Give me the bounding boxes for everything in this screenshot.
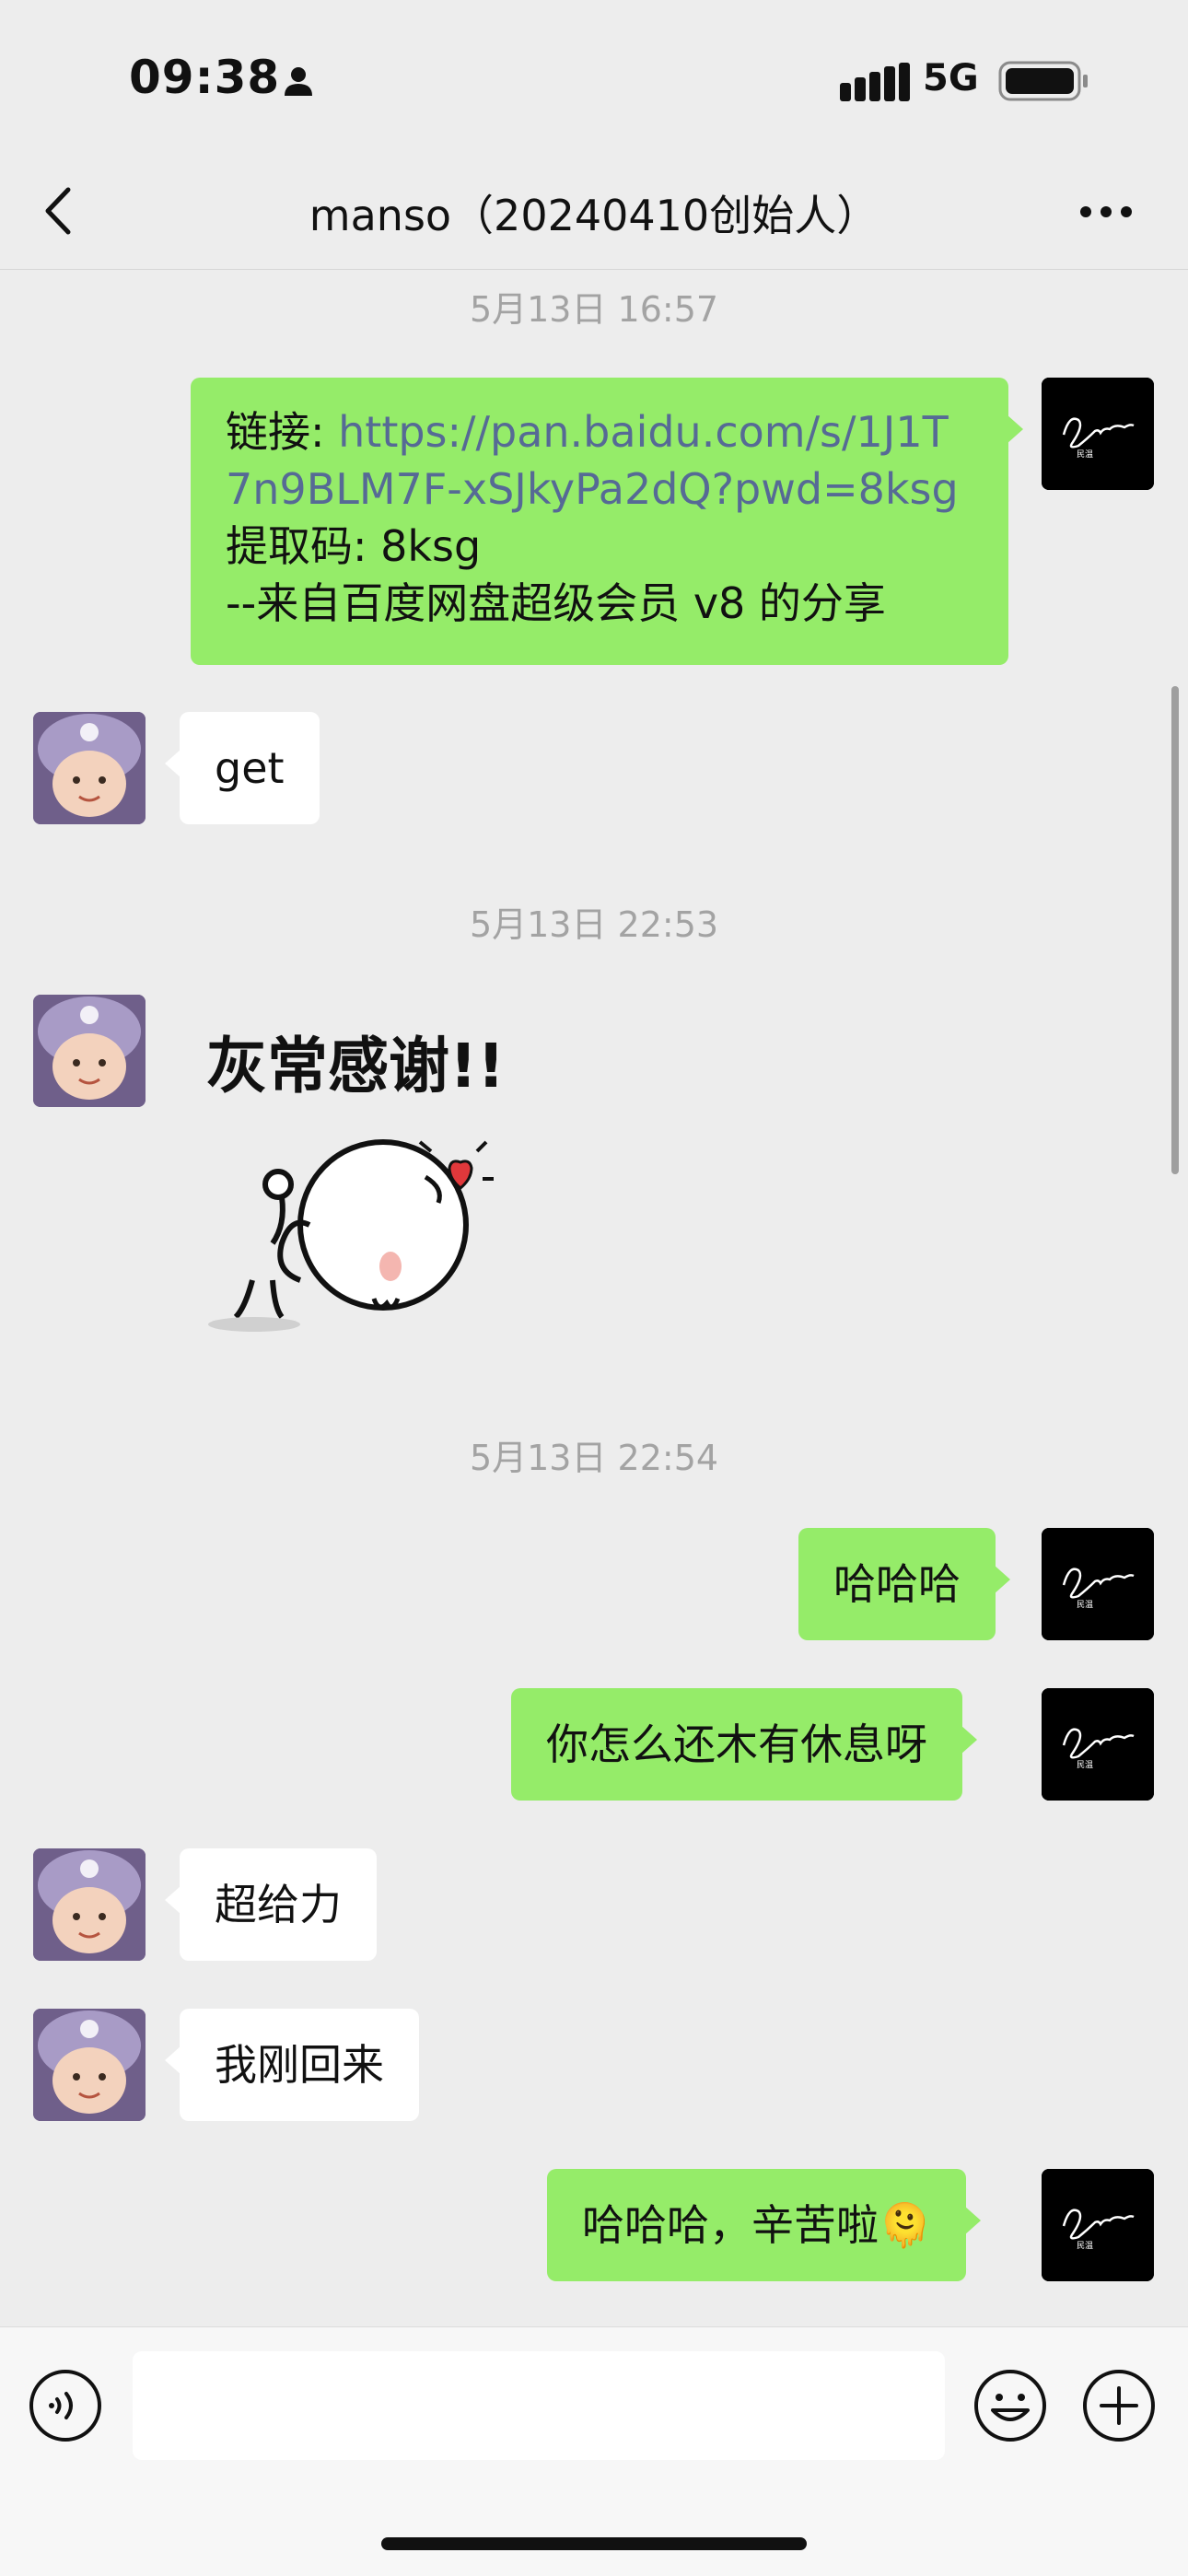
- avatar-self[interactable]: 民温: [1042, 378, 1154, 490]
- avatar-other[interactable]: [33, 995, 146, 1107]
- timestamp: 5月13日 22:53: [469, 904, 719, 945]
- network-type: 5G: [923, 57, 979, 99]
- message-text: 哈哈哈: [833, 1559, 961, 1609]
- message-text: 哈哈哈，辛苦啦🫠: [582, 2200, 932, 2250]
- avatar-self[interactable]: 民温: [1042, 1528, 1154, 1640]
- battery-icon: [998, 61, 1088, 101]
- message-bubble-self[interactable]: 链接: https://pan.baidu.com/s/1J1T7n9BLM7F…: [191, 378, 1023, 665]
- status-time: 09:38: [129, 51, 281, 104]
- avatar-other[interactable]: [33, 712, 146, 824]
- message-bubble-other[interactable]: 超给力: [165, 1848, 377, 1961]
- svg-text:民温: 民温: [1077, 1760, 1093, 1770]
- message-text: get: [215, 743, 285, 793]
- avatar-other[interactable]: [33, 1848, 146, 1961]
- link-prefix: 链接:: [226, 407, 339, 457]
- message-text: 超给力: [215, 1880, 342, 1929]
- signal-icon: [840, 63, 910, 101]
- voice-icon[interactable]: [28, 2368, 103, 2443]
- message-text: 你怎么还木有休息呀: [546, 1719, 927, 1769]
- avatar-self[interactable]: 民温: [1042, 2169, 1154, 2281]
- message-bubble-self[interactable]: 你怎么还木有休息呀: [511, 1688, 977, 1801]
- chat-header: manso（20240410创始人）: [0, 157, 1188, 270]
- sticker-caption: 灰常感谢!!: [206, 1031, 505, 1102]
- svg-text:民温: 民温: [1077, 2241, 1093, 2251]
- message-bubble-other[interactable]: get: [165, 712, 320, 824]
- message-text: 我刚回来: [215, 2040, 384, 2090]
- more-icon[interactable]: [1079, 203, 1133, 221]
- message-bubble-other[interactable]: 我刚回来: [165, 2009, 419, 2121]
- home-indicator[interactable]: [381, 2537, 807, 2550]
- scroll-indicator[interactable]: [1171, 686, 1179, 1174]
- svg-text:民温: 民温: [1077, 1600, 1093, 1610]
- avatar-self[interactable]: 民温: [1042, 1688, 1154, 1801]
- share-source: --来自百度网盘超级会员 v8 的分享: [226, 578, 886, 628]
- chat-title: manso（20240410创始人）: [309, 191, 879, 240]
- timestamp: 5月13日 16:57: [469, 289, 719, 330]
- extract-code: 提取码: 8ksg: [226, 521, 482, 571]
- message-bubble-self[interactable]: 哈哈哈: [798, 1528, 1010, 1640]
- message-bubble-self[interactable]: 哈哈哈，辛苦啦🫠: [547, 2169, 982, 2281]
- plus-icon[interactable]: [1081, 2368, 1157, 2443]
- avatar-other[interactable]: [33, 2009, 146, 2121]
- timestamp: 5月13日 22:54: [469, 1438, 719, 1478]
- emoji-icon[interactable]: [973, 2368, 1048, 2443]
- status-bar: 09:38 5G: [0, 0, 1188, 157]
- svg-text:民温: 民温: [1077, 449, 1093, 460]
- person-icon: [285, 67, 312, 96]
- sticker-message[interactable]: 灰常感谢!!: [190, 1004, 540, 1354]
- message-input[interactable]: [133, 2351, 945, 2460]
